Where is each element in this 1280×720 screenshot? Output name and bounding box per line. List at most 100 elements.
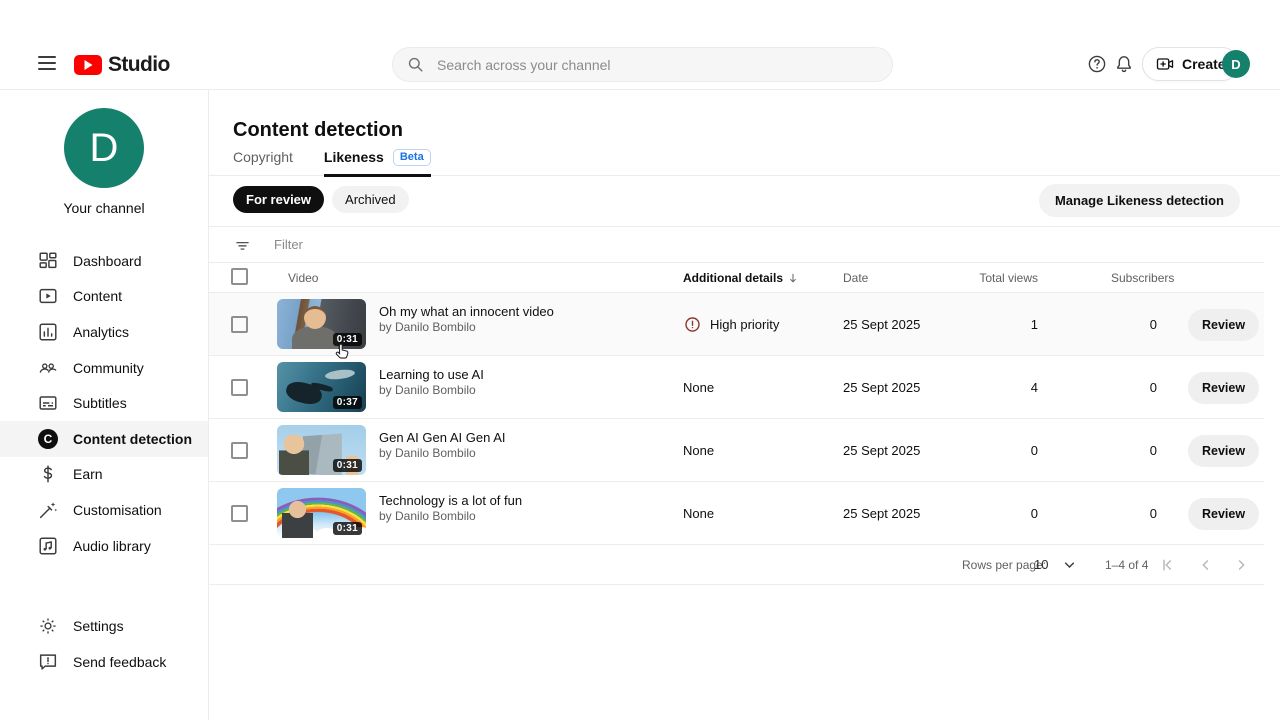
duration-badge: 0:31 (333, 459, 362, 472)
tab-bar: Copyright Likeness Beta (209, 139, 1280, 176)
row-checkbox[interactable] (231, 379, 248, 396)
settings-icon (37, 615, 59, 637)
video-thumbnail[interactable]: 0:31 (277, 299, 366, 349)
content-detection-icon: C (37, 428, 59, 450)
sort-desc-icon (786, 271, 800, 285)
review-button[interactable]: Review (1188, 309, 1259, 341)
sidebar-item-subtitles[interactable]: Subtitles (0, 385, 208, 421)
row-checkbox[interactable] (231, 505, 248, 522)
sidebar-item-send-feedback[interactable]: Send feedback (0, 644, 208, 680)
main-content: Content detection Copyright Likeness Bet… (209, 89, 1280, 720)
additional-details-label: None (683, 506, 714, 521)
video-thumbnail[interactable]: 0:31 (277, 488, 366, 538)
additional-details-cell: None (683, 482, 714, 544)
table-row[interactable]: 0:31 Technology is a lot of fun by Danil… (209, 482, 1264, 545)
total-views-cell: 1 (938, 293, 1038, 356)
sidebar-item-dashboard[interactable]: Dashboard (0, 243, 208, 279)
subscribers-cell: 0 (1057, 356, 1157, 419)
filter-icon (234, 237, 251, 254)
view-chips: For review Archived (233, 186, 409, 213)
menu-icon[interactable] (38, 56, 56, 70)
sidebar-item-customisation[interactable]: Customisation (0, 492, 208, 528)
tab-label: Copyright (233, 149, 293, 165)
channel-avatar[interactable]: D (64, 108, 144, 188)
notifications-bell-icon[interactable] (1113, 53, 1135, 75)
video-title: Gen AI Gen AI Gen AI (379, 430, 505, 445)
date-cell: 25 Sept 2025 (843, 356, 920, 418)
total-views-cell: 0 (938, 482, 1038, 545)
sidebar-item-label: Dashboard (73, 253, 142, 269)
table-body: 0:31 Oh my what an innocent video by Dan… (209, 293, 1264, 545)
column-additional-details[interactable]: Additional details (683, 271, 800, 285)
column-video: Video (288, 271, 318, 285)
chip-archived[interactable]: Archived (332, 186, 409, 213)
review-button[interactable]: Review (1188, 498, 1259, 530)
earn-icon (37, 463, 59, 485)
video-thumbnail[interactable]: 0:37 (277, 362, 366, 412)
select-all-checkbox[interactable] (231, 268, 248, 285)
manage-likeness-detection-button[interactable]: Manage Likeness detection (1039, 184, 1240, 217)
video-title: Learning to use AI (379, 367, 484, 382)
duration-badge: 0:31 (333, 333, 362, 346)
tab-copyright[interactable]: Copyright (233, 139, 293, 176)
table-row[interactable]: 0:31 Oh my what an innocent video by Dan… (209, 293, 1264, 356)
video-byline: by Danilo Bombilo (379, 320, 476, 334)
row-checkbox[interactable] (231, 442, 248, 459)
video-title: Technology is a lot of fun (379, 493, 522, 508)
sidebar-item-audio-library[interactable]: Audio library (0, 528, 208, 564)
sidebar-item-earn[interactable]: Earn (0, 457, 208, 493)
youtube-studio-logo[interactable]: Studio (74, 53, 170, 77)
date-cell: 25 Sept 2025 (843, 293, 920, 355)
table-header: Video Additional details Date Total view… (209, 262, 1264, 293)
filter-bar[interactable]: Filter (209, 226, 1280, 262)
video-byline: by Danilo Bombilo (379, 383, 476, 397)
brand-text: Studio (108, 53, 170, 77)
sidebar-item-label: Analytics (73, 324, 129, 340)
video-byline: by Danilo Bombilo (379, 446, 476, 460)
additional-details-label: None (683, 443, 714, 458)
video-title: Oh my what an innocent video (379, 304, 554, 319)
sidebar-item-label: Audio library (73, 538, 151, 554)
help-icon[interactable] (1086, 53, 1108, 75)
pagination-bar: Rows per page: 10 1–4 of 4 (209, 545, 1264, 585)
additional-details-label: High priority (710, 317, 779, 332)
column-date: Date (843, 271, 868, 285)
sidebar-item-community[interactable]: Community (0, 350, 208, 386)
chip-for-review[interactable]: For review (233, 186, 324, 213)
duration-badge: 0:31 (333, 522, 362, 535)
audio-library-icon (37, 535, 59, 557)
additional-details-label: None (683, 380, 714, 395)
sidebar-item-label: Subtitles (73, 395, 127, 411)
subscribers-cell: 0 (1057, 293, 1157, 356)
sidebar-item-label: Settings (73, 618, 124, 634)
first-page-icon[interactable] (1158, 556, 1176, 574)
review-button[interactable]: Review (1188, 435, 1259, 467)
high-priority-icon (683, 315, 702, 334)
filter-placeholder: Filter (274, 237, 303, 252)
tab-label: Likeness (324, 149, 384, 165)
sidebar-footer: Settings Send feedback (0, 608, 208, 680)
table-row[interactable]: 0:31 Gen AI Gen AI Gen AI by Danilo Bomb… (209, 419, 1264, 482)
rows-per-page-value[interactable]: 10 (1034, 557, 1048, 572)
subtitles-icon (37, 392, 59, 414)
next-page-icon[interactable] (1232, 556, 1250, 574)
previous-page-icon[interactable] (1197, 556, 1215, 574)
sidebar-item-settings[interactable]: Settings (0, 608, 208, 644)
create-label: Create (1182, 56, 1226, 72)
search-bar[interactable] (392, 47, 893, 82)
tab-likeness[interactable]: Likeness Beta (324, 139, 431, 176)
sidebar-item-content[interactable]: Content (0, 279, 208, 315)
date-cell: 25 Sept 2025 (843, 419, 920, 481)
duration-badge: 0:37 (333, 396, 362, 409)
table-row[interactable]: 0:37 Learning to use AI by Danilo Bombil… (209, 356, 1264, 419)
account-avatar[interactable]: D (1222, 50, 1250, 78)
sidebar-item-analytics[interactable]: Analytics (0, 314, 208, 350)
sidebar-item-content-detection[interactable]: C Content detection (0, 421, 208, 457)
review-button[interactable]: Review (1188, 372, 1259, 404)
chevron-down-icon[interactable] (1061, 556, 1078, 573)
search-icon (406, 55, 425, 74)
video-thumbnail[interactable]: 0:31 (277, 425, 366, 475)
search-input[interactable] (435, 56, 879, 74)
sidebar-nav: Dashboard Content Analytics Community Su… (0, 243, 208, 563)
row-checkbox[interactable] (231, 316, 248, 333)
